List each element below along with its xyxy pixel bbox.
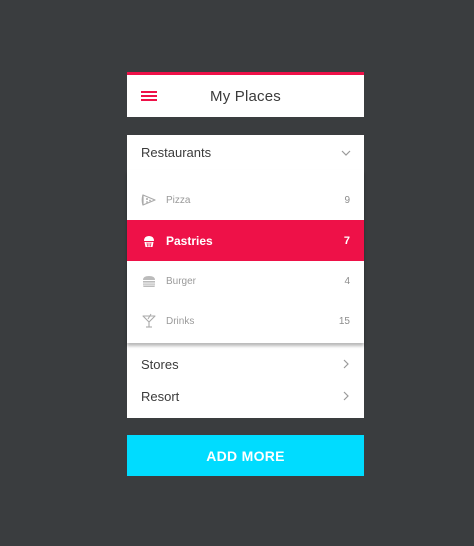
hamburger-menu-icon <box>141 91 157 101</box>
list-item-burger[interactable]: Burger 4 <box>127 261 364 301</box>
category-restaurants[interactable]: Restaurants <box>127 135 364 170</box>
list-item-label: Burger <box>166 275 197 287</box>
add-more-button[interactable]: ADD MORE <box>127 435 364 476</box>
cupcake-icon <box>141 233 157 249</box>
burger-icon <box>141 273 157 289</box>
list-item-drinks[interactable]: Drinks 15 <box>127 301 364 341</box>
list-item-pastries[interactable]: Pastries 7 <box>127 220 364 261</box>
list-item-label: Pastries <box>166 233 213 248</box>
other-categories: Stores Resort <box>127 348 364 418</box>
chevron-right-icon[interactable] <box>340 390 352 402</box>
chevron-down-icon[interactable] <box>340 147 352 159</box>
list-item-label: Pizza <box>166 194 191 206</box>
menu-button[interactable] <box>141 90 157 102</box>
cocktail-glass-icon <box>141 313 157 329</box>
add-more-label: ADD MORE <box>206 447 285 464</box>
list-item-count: 9 <box>344 194 350 206</box>
list-item-count: 7 <box>343 234 350 247</box>
category-resort[interactable]: Resort <box>127 380 364 412</box>
places-list: Restaurants Pizza 9 Pastries 7 Burger 4 … <box>127 135 364 418</box>
restaurants-submenu: Pizza 9 Pastries 7 Burger 4 Drinks 15 <box>127 170 364 343</box>
places-app: My Places Restaurants Pizza 9 Pastries 7… <box>127 72 364 476</box>
category-stores[interactable]: Stores <box>127 348 364 380</box>
list-item-count: 15 <box>338 315 350 327</box>
list-item-count: 4 <box>344 275 350 287</box>
category-label: Restaurants <box>141 145 212 160</box>
category-label: Stores <box>141 356 179 372</box>
list-item-pizza[interactable]: Pizza 9 <box>127 180 364 220</box>
pizza-slice-icon <box>141 192 157 208</box>
page-title: My Places <box>210 87 281 105</box>
chevron-right-icon[interactable] <box>340 358 352 370</box>
header-bar: My Places <box>127 72 364 117</box>
category-label: Resort <box>141 388 180 404</box>
list-item-label: Drinks <box>166 315 195 327</box>
